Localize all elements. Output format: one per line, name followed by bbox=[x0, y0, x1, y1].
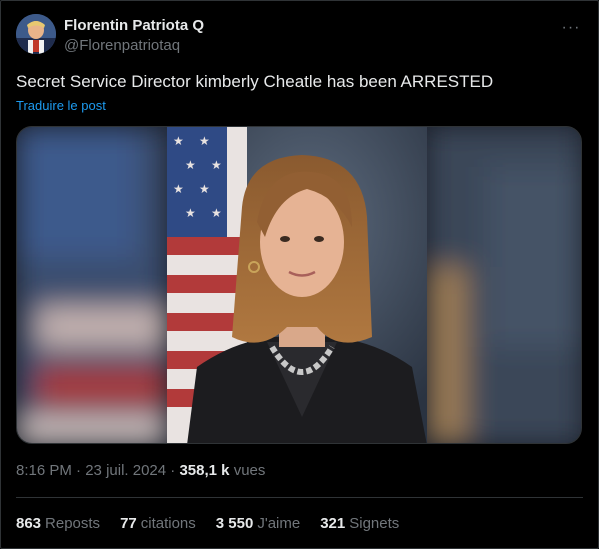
more-options-icon[interactable]: ··· bbox=[559, 16, 583, 40]
likes-count: 3 550 bbox=[215, 515, 254, 532]
translate-post-link[interactable]: Traduire le post bbox=[16, 98, 106, 113]
post-text: Secret Service Director kimberly Cheatle… bbox=[16, 72, 494, 91]
post-card: Florentin Patriota Q @Florenpatriotaq ··… bbox=[0, 0, 599, 549]
post-meta: 8:16 PM · 23 juil. 2024 · 358,1 k vues bbox=[16, 461, 265, 481]
quotes-stat[interactable]: 77 citations bbox=[120, 514, 196, 534]
bookmarks-label: Signets bbox=[349, 515, 400, 532]
reposts-label: Reposts bbox=[45, 515, 101, 532]
quotes-label: citations bbox=[140, 515, 196, 532]
views-count: 358,1 k bbox=[179, 462, 230, 479]
engagement-stats: 863 Reposts 77 citations 3 550 J'aime 321 Si… bbox=[16, 514, 399, 534]
quotes-count: 77 bbox=[120, 515, 137, 532]
svg-text:★: ★ bbox=[173, 182, 184, 196]
author-handle[interactable]: @Florenpatriotaq bbox=[64, 36, 204, 56]
meta-separator: · bbox=[76, 462, 82, 479]
author-display-name[interactable]: Florentin Patriota Q bbox=[64, 16, 204, 36]
views-label: vues bbox=[233, 462, 266, 479]
svg-text:★: ★ bbox=[199, 182, 210, 196]
post-date[interactable]: 23 juil. 2024 bbox=[85, 462, 166, 479]
meta-separator: · bbox=[170, 462, 176, 479]
avatar[interactable] bbox=[16, 14, 56, 54]
svg-text:★: ★ bbox=[211, 158, 222, 172]
author-block: Florentin Patriota Q @Florenpatriotaq bbox=[64, 16, 204, 56]
bookmarks-count: 321 bbox=[320, 515, 346, 532]
likes-label: J'aime bbox=[257, 515, 301, 532]
svg-text:★: ★ bbox=[211, 206, 222, 220]
divider bbox=[16, 497, 583, 498]
post-header: Florentin Patriota Q @Florenpatriotaq ··… bbox=[16, 14, 583, 58]
post-image[interactable]: ★ ★ ★ ★ ★ ★ ★ ★ bbox=[16, 126, 582, 444]
svg-text:★: ★ bbox=[199, 134, 210, 148]
post-time[interactable]: 8:16 PM bbox=[16, 462, 72, 479]
svg-text:★: ★ bbox=[185, 158, 196, 172]
bookmarks-stat[interactable]: 321 Signets bbox=[320, 514, 399, 534]
svg-text:★: ★ bbox=[185, 206, 196, 220]
reposts-stat[interactable]: 863 Reposts bbox=[16, 514, 100, 534]
reposts-count: 863 bbox=[16, 515, 42, 532]
svg-text:★: ★ bbox=[173, 134, 184, 148]
likes-stat[interactable]: 3 550 J'aime bbox=[216, 514, 300, 534]
